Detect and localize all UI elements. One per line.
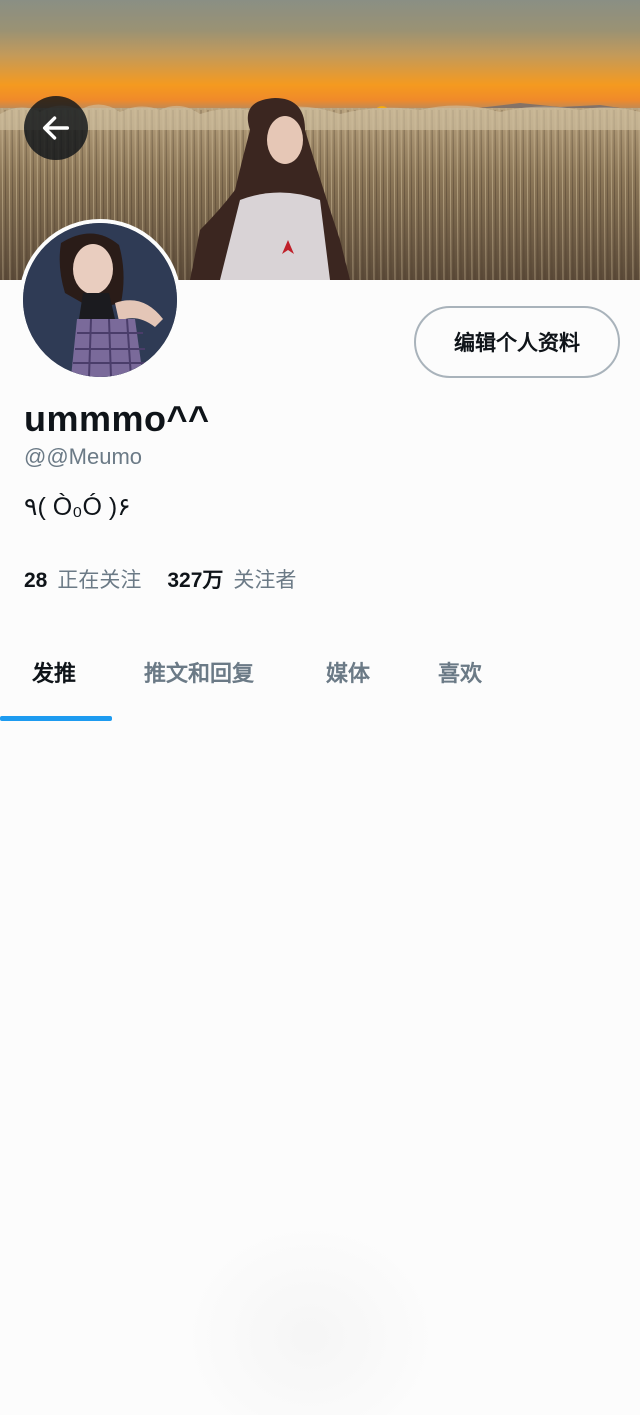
tab-posts[interactable]: 发推 xyxy=(32,656,76,688)
profile-avatar[interactable] xyxy=(19,219,181,381)
tab-posts-and-replies[interactable]: 推文和回复 xyxy=(144,656,254,688)
active-tab-indicator xyxy=(0,716,112,721)
display-name: ummmo^^ xyxy=(24,398,210,439)
followers-label: 关注者 xyxy=(233,569,297,592)
back-button[interactable] xyxy=(24,96,88,160)
tab-likes[interactable]: 喜欢 xyxy=(438,656,482,688)
tab-media[interactable]: 媒体 xyxy=(326,656,370,688)
user-handle: @@Meumo xyxy=(24,444,143,469)
banner-person xyxy=(190,98,350,280)
edit-profile-button[interactable]: 编辑个人资料 xyxy=(414,306,620,378)
avatar-image xyxy=(23,223,177,377)
followers-link[interactable]: 327万 关注者 xyxy=(167,564,322,594)
arrow-left-icon xyxy=(42,116,70,140)
followers-count: 327万 xyxy=(167,569,224,592)
edit-profile-label: 编辑个人资料 xyxy=(454,332,580,355)
user-bio: ٩( Ò₀Ó )۶ xyxy=(24,493,131,521)
follow-stats: 28 正在关注 327万 关注者 xyxy=(24,564,322,594)
background-watermark xyxy=(180,1220,440,1415)
following-count: 28 xyxy=(24,569,48,592)
profile-tabs: 发推 推文和回复 媒体 喜欢 xyxy=(0,640,640,722)
following-label: 正在关注 xyxy=(57,569,142,592)
following-link[interactable]: 28 正在关注 xyxy=(24,564,167,594)
